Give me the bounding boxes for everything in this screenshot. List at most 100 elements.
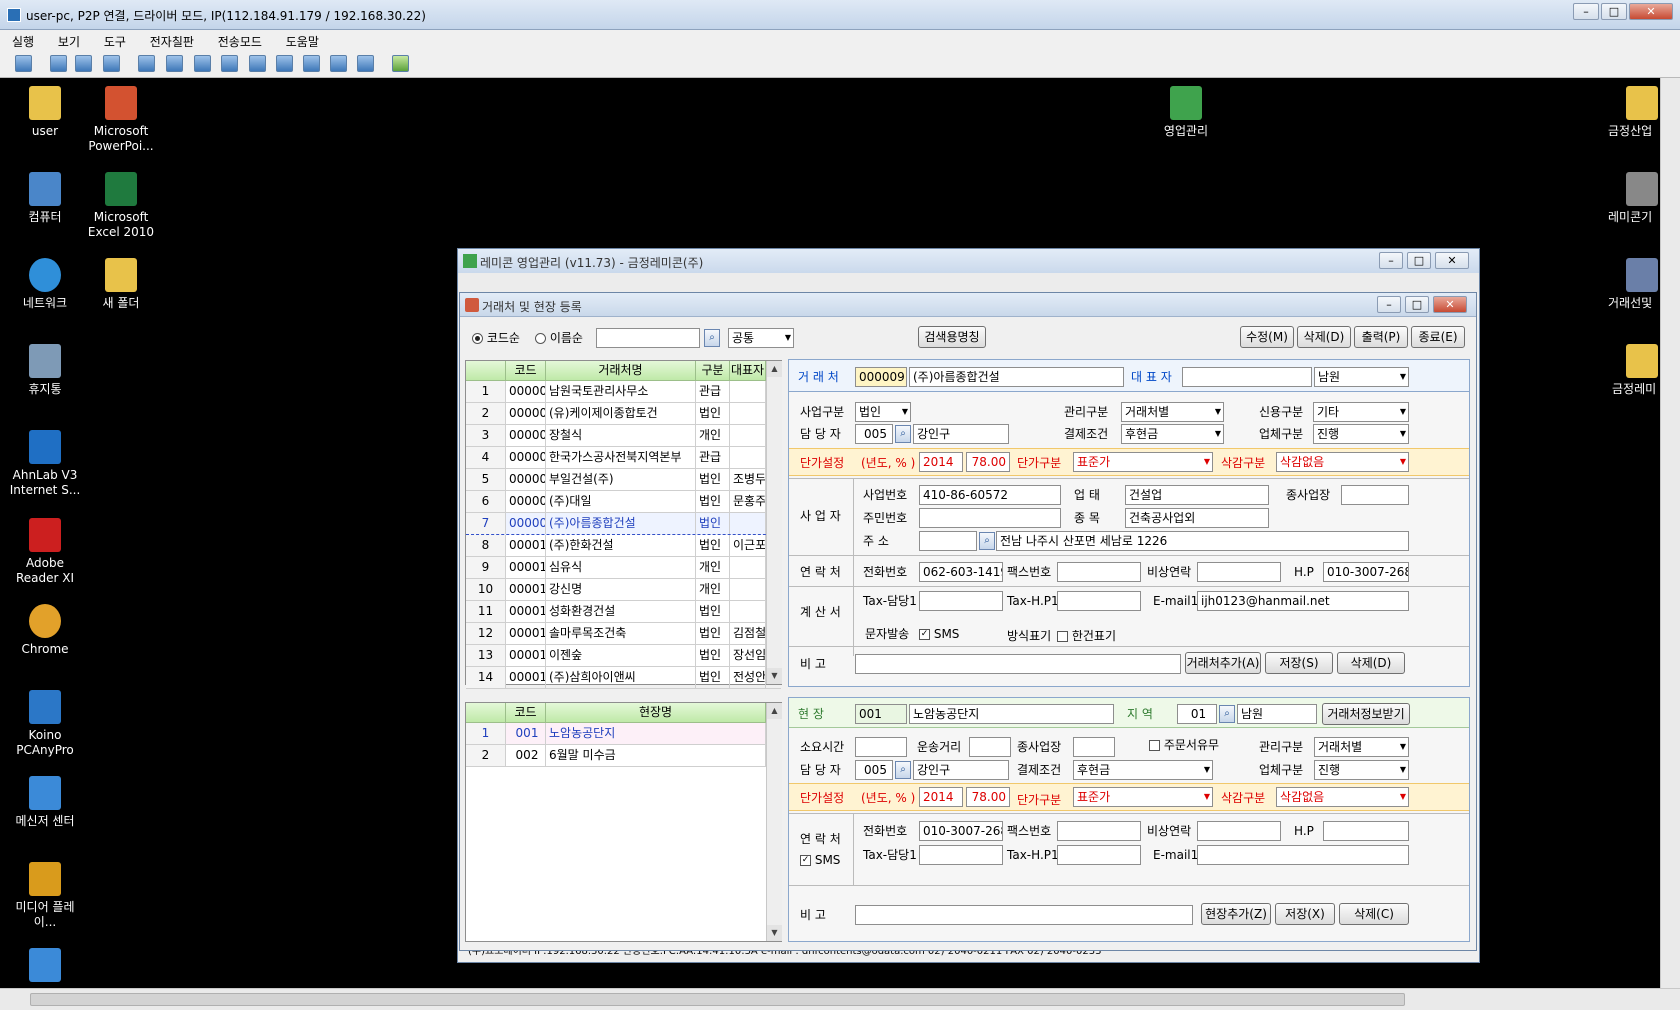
table-row[interactable]: 13000018이젠숲법인장선임 [466, 645, 781, 667]
bizno-field[interactable]: 410-86-60572 [919, 485, 1061, 505]
site-fax-field[interactable] [1057, 821, 1141, 841]
desktop-icon-network[interactable]: 네트워크 [5, 258, 85, 311]
client-name-field[interactable]: (주)아름종합건설 [909, 367, 1124, 387]
site-name-field[interactable]: 노암농공단지 [909, 704, 1114, 724]
toolbar-icon-6[interactable] [166, 55, 183, 72]
table-row[interactable]: 1 001 노암농공단지 [466, 723, 781, 745]
dialog-maximize-button[interactable]: □ [1405, 296, 1429, 313]
sort-name-radio[interactable]: 이름순 [535, 330, 583, 346]
desktop-icon-partial[interactable] [5, 948, 85, 986]
remote-vertical-scrollbar[interactable] [1660, 78, 1680, 988]
scroll-down-icon[interactable]: ▼ [767, 925, 782, 941]
edit-button[interactable]: 수정(M) [1240, 326, 1294, 348]
table-row[interactable]: 9000013심유식개인 [466, 557, 781, 579]
site-status-select[interactable]: 진행 [1314, 760, 1409, 780]
toolbar-icon-12[interactable] [330, 55, 347, 72]
toolbar-icon-2[interactable] [50, 55, 67, 72]
dialog-minimize-button[interactable]: – [1377, 296, 1401, 313]
desktop-icon-excel[interactable]: Microsoft Excel 2010 [81, 172, 161, 240]
site-manager-code-field[interactable]: 005 [855, 760, 893, 780]
desktop-icon-powerpoint[interactable]: Microsoft PowerPoi... [81, 86, 161, 154]
client-col-type[interactable]: 구분 [696, 361, 730, 381]
desktop-icon-ahnlab[interactable]: AhnLab V3 Internet S... [5, 430, 85, 498]
tax1-field[interactable] [919, 591, 1003, 611]
site-price-year-field[interactable]: 2014 [919, 787, 963, 807]
dialog-close-button[interactable]: ✕ [1433, 296, 1467, 313]
delete-site-button[interactable]: 삭제(C) [1339, 903, 1409, 925]
remote-horizontal-scrollbar[interactable] [0, 988, 1680, 1010]
toolbar-icon-5[interactable] [138, 55, 155, 72]
minimize-button[interactable]: – [1573, 3, 1599, 20]
toolbar-icon-10[interactable] [276, 55, 293, 72]
table-row[interactable]: 7000009(주)아름종합건설법인 [466, 513, 781, 535]
price-type-select[interactable]: 표준가 [1073, 452, 1213, 472]
search-input[interactable] [596, 328, 700, 348]
distance-field[interactable] [969, 737, 1011, 757]
site-code-field[interactable]: 001 [855, 704, 907, 724]
desktop-icon-user[interactable]: user [5, 86, 85, 139]
filter-select[interactable]: 공통 [728, 328, 794, 348]
toolbar-icon-11[interactable] [303, 55, 320, 72]
exit-button[interactable]: 종료(E) [1411, 326, 1465, 348]
menu-run[interactable]: 실행 [0, 30, 42, 50]
status-select[interactable]: 진행 [1313, 424, 1409, 444]
delete-button[interactable]: 삭제(D) [1297, 326, 1351, 348]
mgmt-select[interactable]: 거래처별 [1121, 402, 1224, 422]
menu-transfer-mode[interactable]: 전송모드 [206, 30, 270, 50]
email-field[interactable]: ijh0123@hanmail.net [1197, 591, 1409, 611]
time-field[interactable] [855, 737, 907, 757]
site-note-field[interactable] [855, 905, 1193, 925]
toolbar-icon-3[interactable] [75, 55, 92, 72]
add-site-button[interactable]: 현장추가(Z) [1201, 903, 1271, 925]
desktop-icon-chrome[interactable]: Chrome [5, 604, 85, 657]
toolbar-icon-13[interactable] [357, 55, 374, 72]
desktop-icon-right-4[interactable]: 금정레미 [1594, 344, 1660, 397]
order-doc-checkbox[interactable]: 주문서유무 [1149, 737, 1219, 753]
desktop-icon-new-folder[interactable]: 새 폴더 [81, 258, 161, 311]
desktop-icon-right-2[interactable]: 레미콘기 [1594, 172, 1660, 225]
client-col-code[interactable]: 코드 [506, 361, 546, 381]
search-name-button[interactable]: 검색용명칭 [918, 326, 986, 348]
site-hp-field[interactable] [1323, 821, 1409, 841]
addr-field[interactable]: 전남 나주시 산포면 세남로 1226 [996, 531, 1409, 551]
maximize-button[interactable]: □ [1601, 3, 1627, 20]
scroll-up-icon[interactable]: ▲ [767, 703, 782, 719]
site-emerg-field[interactable] [1197, 821, 1281, 841]
fax-field[interactable] [1057, 562, 1141, 582]
app-close-button[interactable]: ✕ [1435, 252, 1469, 269]
price-pct-field[interactable]: 78.00 [966, 452, 1010, 472]
region-select[interactable]: 남원 [1314, 367, 1409, 387]
menu-tools[interactable]: 도구 [92, 30, 134, 50]
sms-checkbox[interactable]: ✓ SMS [919, 626, 959, 642]
scroll-thumb[interactable] [30, 993, 1405, 1006]
delete-client-button[interactable]: 삭제(D) [1337, 652, 1405, 674]
site-price-type-select[interactable]: 표준가 [1073, 787, 1213, 807]
site-workplace-field[interactable] [1073, 737, 1115, 757]
hp-field[interactable]: 010-3007-2681 [1323, 562, 1409, 582]
workplace-field[interactable] [1341, 485, 1409, 505]
site-grid-scrollbar[interactable]: ▲ ▼ [766, 703, 782, 941]
industry-field[interactable]: 건설업 [1125, 485, 1269, 505]
app-maximize-button[interactable]: □ [1407, 252, 1431, 269]
table-row[interactable]: 2000002(유)케이제이종합토건법인 [466, 403, 781, 425]
site-mgmt-select[interactable]: 거래처별 [1314, 737, 1409, 757]
save-site-button[interactable]: 저장(X) [1275, 903, 1335, 925]
address-search-icon[interactable]: ⌕ [979, 532, 995, 550]
receive-client-info-button[interactable]: 거래처정보받기 [1322, 703, 1410, 725]
desktop-icon-adobe-reader[interactable]: Adobe Reader XI [5, 518, 85, 586]
manager-search-icon[interactable]: ⌕ [895, 425, 911, 443]
close-button[interactable]: ✕ [1629, 3, 1673, 20]
desktop-icon-right-3[interactable]: 거래선및 [1594, 258, 1660, 311]
hangul-checkbox[interactable]: 한건표기 [1057, 628, 1116, 644]
desktop-icon-media-player[interactable]: 미디어 플레이... [5, 862, 85, 930]
scroll-down-icon[interactable]: ▼ [767, 668, 782, 684]
manager-name-field[interactable]: 강인구 [913, 424, 1009, 444]
site-manager-name-field[interactable]: 강인구 [913, 760, 1009, 780]
table-row[interactable]: 3000003장철식개인 [466, 425, 781, 447]
site-col-name[interactable]: 현장명 [546, 703, 766, 723]
table-row[interactable]: 14000019(주)삼희아이앤씨법인전성안 [466, 667, 781, 689]
desktop-icon-right-1[interactable]: 금정산업 [1594, 86, 1660, 139]
discount-select[interactable]: 삭감없음 [1276, 452, 1409, 472]
client-code-field[interactable]: 000009 [855, 367, 907, 387]
sort-code-radio[interactable]: 코드순 [472, 330, 520, 346]
